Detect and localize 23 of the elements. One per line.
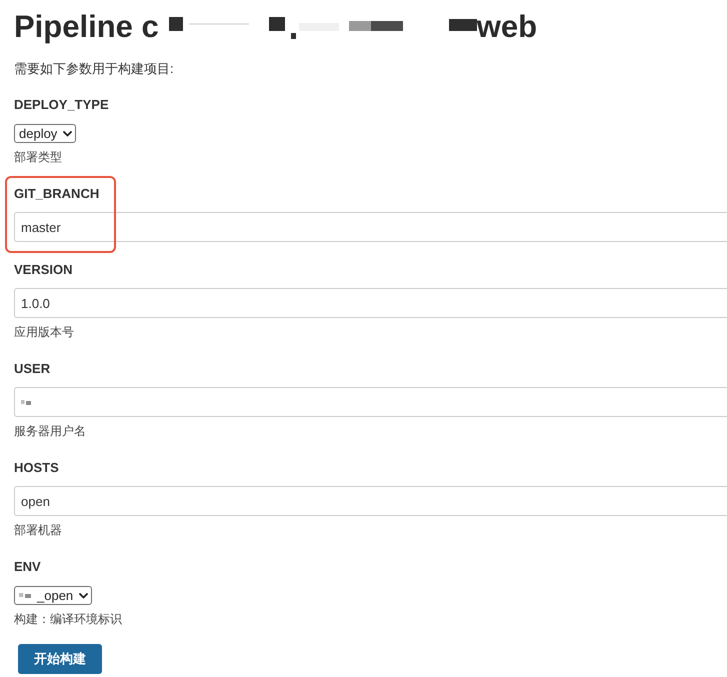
- parameter-description: 服务器用户名: [14, 423, 86, 440]
- text-field[interactable]: open: [14, 486, 727, 516]
- parameter-description: 部署机器: [14, 522, 62, 539]
- build-button[interactable]: 开始构建: [18, 644, 102, 674]
- parameter-label: ENV: [14, 558, 41, 576]
- chevron-down-icon: [63, 130, 72, 136]
- parameter-description: 应用版本号: [14, 324, 74, 341]
- intro-text: 需要如下参数用于构建项目:: [14, 60, 174, 78]
- parameter-label: USER: [14, 360, 50, 378]
- parameter-label: HOSTS: [14, 459, 59, 477]
- page-title: web: [476, 9, 538, 45]
- text-field[interactable]: master: [14, 212, 727, 242]
- text-field[interactable]: [14, 387, 727, 417]
- parameter-description: 部署类型: [14, 149, 62, 166]
- page-title: Pipeline c: [14, 9, 159, 45]
- dropdown-select[interactable]: deploy: [14, 124, 76, 143]
- chevron-down-icon: [79, 592, 88, 598]
- dropdown-select[interactable]: _open: [14, 586, 92, 605]
- text-field[interactable]: 1.0.0: [14, 288, 727, 318]
- parameter-description: 构建：编译环境标识: [14, 611, 122, 628]
- parameter-label: VERSION: [14, 261, 73, 279]
- parameter-label: GIT_BRANCH: [14, 185, 100, 203]
- parameter-label: DEPLOY_TYPE: [14, 96, 109, 114]
